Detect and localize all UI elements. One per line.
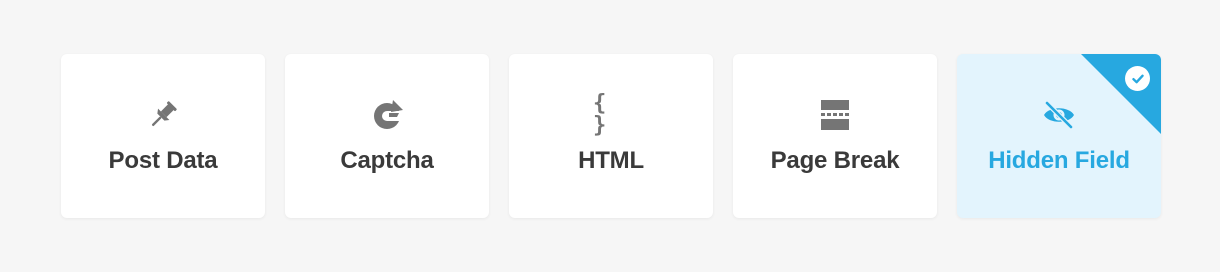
field-card-label: Captcha bbox=[340, 147, 434, 174]
field-card-html[interactable]: { } HTML bbox=[509, 54, 713, 218]
field-card-label: Page Break bbox=[770, 147, 900, 174]
page-break-icon bbox=[817, 97, 853, 133]
curly-braces-icon: { } bbox=[593, 93, 629, 137]
field-card-post-data[interactable]: Post Data bbox=[61, 54, 265, 218]
field-card-label: Post Data bbox=[108, 147, 218, 174]
field-card-page-break[interactable]: Page Break bbox=[733, 54, 937, 218]
captcha-refresh-icon bbox=[369, 97, 405, 133]
pin-icon bbox=[145, 97, 181, 133]
eye-slash-icon bbox=[1041, 97, 1077, 133]
field-card-hidden-field[interactable]: Hidden Field bbox=[957, 54, 1161, 218]
selected-corner-badge bbox=[1081, 54, 1161, 134]
curly-braces-glyph: { } bbox=[593, 91, 611, 138]
field-card-captcha[interactable]: Captcha bbox=[285, 54, 489, 218]
field-card-label: HTML bbox=[578, 147, 644, 174]
checkmark-icon bbox=[1125, 66, 1150, 91]
field-card-label: Hidden Field bbox=[988, 147, 1130, 174]
field-type-grid: Post Data Captcha { } HTML Page Break Hi… bbox=[61, 54, 1161, 218]
